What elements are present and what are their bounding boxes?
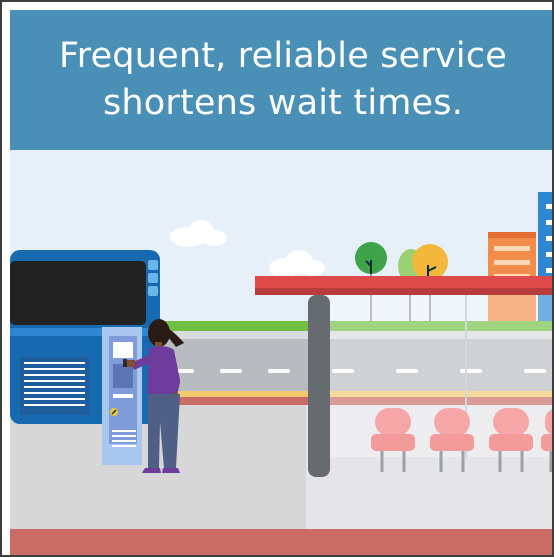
- shelter-post: [308, 295, 330, 477]
- headline-band: Frequent, reliable service shortens wait…: [10, 10, 552, 150]
- shelter-roof: [255, 276, 552, 290]
- transit-scene: [10, 150, 552, 555]
- sidewalk-red-stripe: [10, 529, 552, 555]
- headline-text: Frequent, reliable service shortens wait…: [58, 36, 508, 123]
- illustration-frame: Frequent, reliable service shortens wait…: [0, 0, 554, 557]
- ticket-machine: [102, 327, 142, 465]
- scene-illustration: [10, 150, 552, 555]
